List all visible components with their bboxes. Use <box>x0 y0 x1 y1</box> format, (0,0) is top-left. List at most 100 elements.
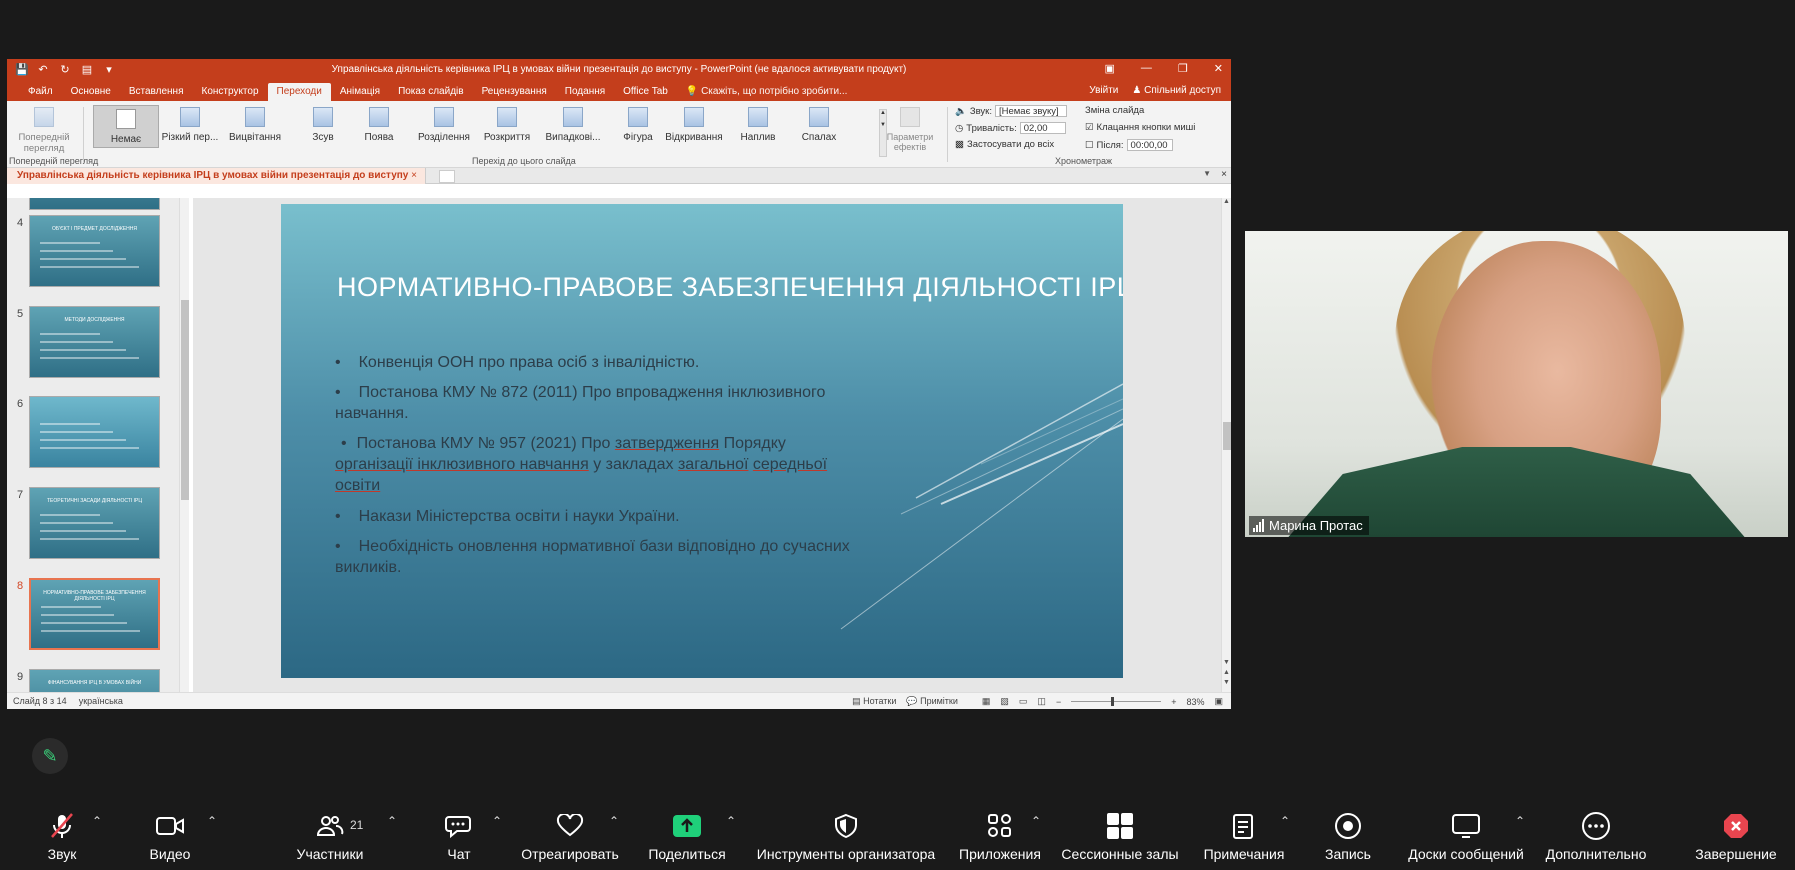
notes-options-chevron-icon[interactable]: ⌃ <box>1280 814 1290 828</box>
slide-thumbnail[interactable]: ФІНАНСУВАННЯ ІРЦ В УМОВАХ ВІЙНИ <box>29 669 160 692</box>
tab-file[interactable]: Файл <box>19 86 62 101</box>
checkbox-empty-icon[interactable]: ☐ <box>1085 140 1094 151</box>
slide-thumbnail[interactable] <box>29 198 160 210</box>
current-slide[interactable]: НОРМАТИВНО-ПРАВОВЕ ЗАБЕЗПЕЧЕННЯ ДІЯЛЬНОС… <box>281 204 1123 678</box>
next-slide-icon[interactable]: ▼ <box>1223 678 1230 688</box>
slideshow-view-icon[interactable]: ◫ <box>1037 696 1046 707</box>
share-screen-button[interactable]: Поделиться <box>648 810 726 862</box>
fit-slide-icon[interactable]: ▣ <box>1214 696 1223 707</box>
notes-icon <box>1200 810 1288 842</box>
transition-7[interactable]: Розкриття <box>474 107 540 143</box>
slide-thumbnail[interactable]: НОРМАТИВНО-ПРАВОВЕ ЗАБЕЗПЕЧЕННЯ ДІЯЛЬНОС… <box>29 578 160 650</box>
more-button[interactable]: Дополнительно <box>1542 810 1650 862</box>
participants-options-chevron-icon[interactable]: ⌃ <box>387 814 397 828</box>
breakout-rooms-icon <box>1060 810 1180 842</box>
tab-design[interactable]: Конструктор <box>193 86 268 101</box>
document-tabs: Управлінська діяльність керівника ІРЦ в … <box>7 168 1231 184</box>
zoom-slider[interactable] <box>1071 697 1162 706</box>
react-button[interactable]: Отреагировать <box>521 810 619 862</box>
transition-thumb-icon <box>369 107 389 127</box>
zoom-level[interactable]: 83% <box>1186 697 1204 707</box>
new-tab-button[interactable] <box>439 170 455 183</box>
document-tab[interactable]: Управлінська діяльність керівника ІРЦ в … <box>7 168 426 184</box>
transition-12[interactable]: Спалах <box>786 107 852 143</box>
minimize-button[interactable]: — <box>1141 62 1152 75</box>
slide-thumbnail[interactable]: МЕТОДИ ДОСЛІДЖЕННЯ <box>29 306 160 378</box>
transition-1[interactable]: Немає <box>93 105 159 148</box>
transition-8[interactable]: Випадкові... <box>540 107 606 143</box>
slide-thumbnail[interactable]: ТЕОРЕТИЧНІ ЗАСАДИ ДІЯЛЬНОСТІ ІРЦ <box>29 487 160 559</box>
prev-slide-icon[interactable]: ▲ <box>1223 668 1230 678</box>
audio-button[interactable]: Звук <box>42 810 82 862</box>
transition-thumb-icon <box>684 107 704 127</box>
duration-control: ◷ Тривалість: 02,00 <box>955 122 1066 134</box>
tab-office-tab[interactable]: Office Tab <box>614 86 677 101</box>
slide-scrollbar[interactable]: ▲ ▼ ▲ ▼ <box>1221 198 1231 692</box>
ribbon-options-icon[interactable]: ▣ <box>1105 62 1115 75</box>
tab-insert[interactable]: Вставлення <box>120 86 193 101</box>
language-indicator[interactable]: українська <box>79 696 123 706</box>
slide-sorter-icon[interactable]: ▧ <box>1000 696 1009 707</box>
participant-video-tile[interactable]: Марина Протас <box>1245 231 1788 537</box>
whiteboard-options-chevron-icon[interactable]: ⌃ <box>1515 814 1525 828</box>
transition-11[interactable]: Наплив <box>725 107 791 143</box>
comments-button[interactable]: 💬 Примітки <box>906 696 958 707</box>
transition-10[interactable]: Відкривання <box>661 107 727 143</box>
notes-button[interactable]: Примечания <box>1200 810 1288 862</box>
apply-all-button[interactable]: ▩ Застосувати до всіх <box>955 139 1054 150</box>
effect-options-button[interactable]: Параметри ефектів <box>884 107 936 152</box>
after-input[interactable]: 00:00,00 <box>1126 139 1173 151</box>
reading-view-icon[interactable]: ▭ <box>1019 696 1028 707</box>
tab-view[interactable]: Подання <box>556 86 614 101</box>
preview-button[interactable]: Попередній перегляд <box>13 107 75 154</box>
record-icon <box>1322 810 1374 842</box>
transition-6[interactable]: Розділення <box>411 107 477 143</box>
share-button[interactable]: ♟ Спільний доступ <box>1132 85 1221 96</box>
tab-transitions[interactable]: Переходи <box>267 83 331 101</box>
transition-2[interactable]: Різкий пер... <box>157 107 223 143</box>
end-meeting-button[interactable]: Завершение <box>1692 810 1780 862</box>
sound-select[interactable]: [Немає звуку] <box>994 105 1067 117</box>
close-document-icon[interactable]: × <box>1221 169 1227 180</box>
record-button[interactable]: Запись <box>1322 810 1374 862</box>
slide-number: 6 <box>17 398 24 410</box>
restore-button[interactable]: ❐ <box>1178 62 1188 75</box>
on-click-checkbox[interactable]: ☑ Клацання кнопки миші <box>1085 122 1195 133</box>
close-button[interactable]: ✕ <box>1214 62 1223 75</box>
annotate-pen-button[interactable]: ✎ <box>32 738 68 774</box>
tab-animations[interactable]: Анімація <box>331 86 389 101</box>
chat-button[interactable]: Чат <box>443 810 475 862</box>
duration-input[interactable]: 02,00 <box>1019 122 1066 134</box>
host-tools-button[interactable]: Инструменты организатора <box>754 810 938 862</box>
audio-options-chevron-icon[interactable]: ⌃ <box>92 814 102 828</box>
tabs-dropdown-icon[interactable]: ▼ <box>1203 169 1211 178</box>
close-tab-icon[interactable]: × <box>411 170 417 181</box>
zoom-out-icon[interactable]: − <box>1056 697 1061 707</box>
scroll-down-icon[interactable]: ▼ <box>1223 658 1230 668</box>
tab-home[interactable]: Основне <box>62 86 120 101</box>
shield-icon <box>754 810 938 842</box>
scroll-up-icon[interactable]: ▲ <box>1222 198 1231 205</box>
tab-slideshow[interactable]: Показ слайдів <box>389 86 473 101</box>
transition-thumb-icon <box>809 107 829 127</box>
react-options-chevron-icon[interactable]: ⌃ <box>609 814 619 828</box>
video-options-chevron-icon[interactable]: ⌃ <box>207 814 217 828</box>
whiteboards-button[interactable]: Доски сообщений <box>1404 810 1528 862</box>
video-button[interactable]: Видео <box>148 810 192 862</box>
transition-5[interactable]: Поява <box>346 107 412 143</box>
notes-button[interactable]: ▤ Нотатки <box>852 696 896 707</box>
chat-options-chevron-icon[interactable]: ⌃ <box>492 814 502 828</box>
transition-3[interactable]: Вицвітання <box>222 107 288 143</box>
normal-view-icon[interactable]: ▦ <box>982 696 991 707</box>
sign-in-link[interactable]: Увійти <box>1089 85 1118 96</box>
tell-me-search[interactable]: 💡 Скажіть, що потрібно зробити... <box>677 86 857 101</box>
meeting-toolbar: Звук ⌃ Видео ⌃ Участники 21 ⌃ Чат ⌃ Отре… <box>0 802 1795 870</box>
breakout-rooms-button[interactable]: Сессионные залы <box>1060 810 1180 862</box>
zoom-in-icon[interactable]: + <box>1171 697 1176 707</box>
slide-thumbnail[interactable] <box>29 396 160 468</box>
thumbnails-scrollbar[interactable] <box>179 198 189 692</box>
apps-options-chevron-icon[interactable]: ⌃ <box>1031 814 1041 828</box>
slide-thumbnail[interactable]: ОБ'ЄКТ І ПРЕДМЕТ ДОСЛІДЖЕННЯ <box>29 215 160 287</box>
share-options-chevron-icon[interactable]: ⌃ <box>726 814 736 828</box>
tab-review[interactable]: Рецензування <box>473 86 556 101</box>
